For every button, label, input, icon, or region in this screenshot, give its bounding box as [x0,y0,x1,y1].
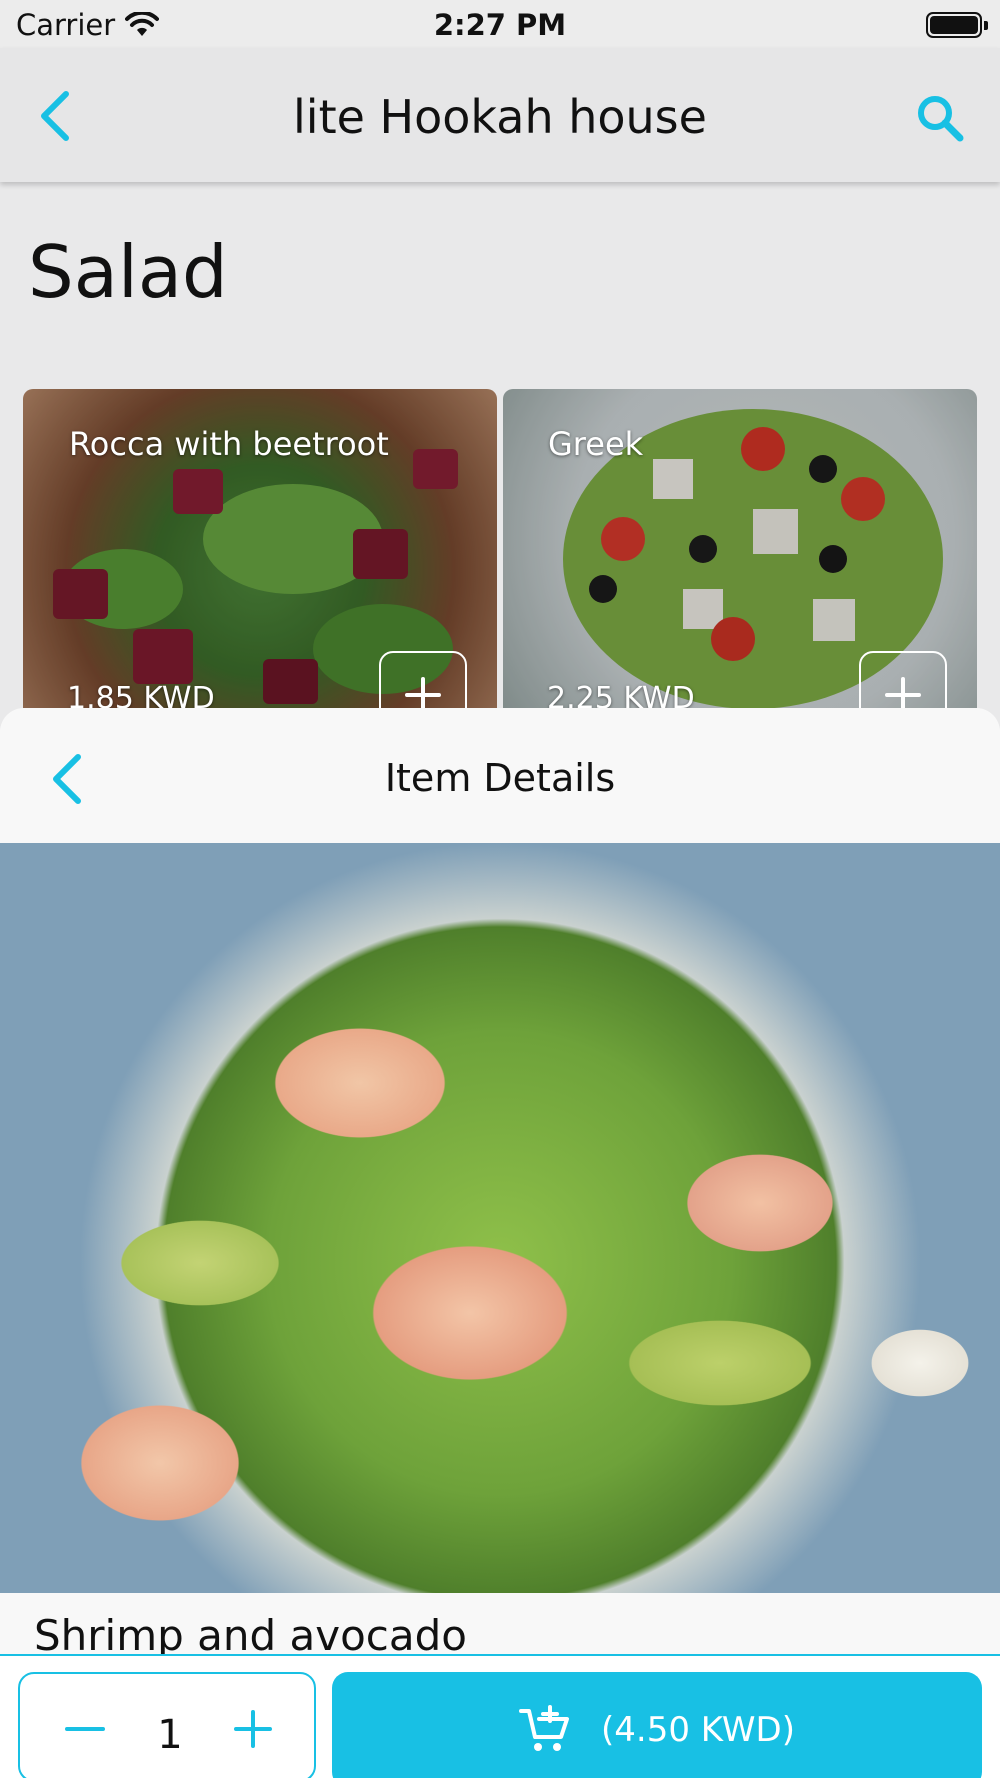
page-title: lite Hookah house [293,90,707,144]
plus-icon [234,1710,272,1748]
add-to-cart-label: (4.50 KWD) [601,1710,795,1750]
quantity-value: 1 [157,1712,183,1758]
search-icon [918,96,964,142]
sheet-title: Item Details [384,756,616,800]
search-button[interactable] [910,88,970,148]
item-name: Shrimp and avocado [34,1611,467,1660]
nav-bar: lite Hookah house [0,48,1000,182]
status-bar: Carrier 2:27 PM [0,0,1000,48]
quantity-stepper: 1 [18,1672,316,1778]
product-name: Greek [548,425,644,463]
product-card[interactable]: Rocca with beetroot 1.85 KWD [23,389,497,719]
item-details-sheet: Item Details Shrimp and avocado 1 (4.50 … [0,708,1000,1778]
section-title: Salad [28,230,228,314]
status-time: 2:27 PM [433,8,567,42]
add-to-cart-button[interactable]: (4.50 KWD) [332,1672,982,1778]
increase-button[interactable] [228,1704,278,1754]
product-card[interactable]: Greek 2.25 KWD [503,389,977,719]
product-name: Rocca with beetroot [69,425,389,463]
minus-icon [65,1727,105,1731]
bottom-action-bar: 1 (4.50 KWD) [0,1656,1000,1778]
cart-add-icon [519,1705,570,1751]
sheet-header: Item Details [0,708,1000,843]
item-image [0,843,1000,1593]
battery-icon [926,12,988,38]
decrease-button[interactable] [60,1704,110,1754]
